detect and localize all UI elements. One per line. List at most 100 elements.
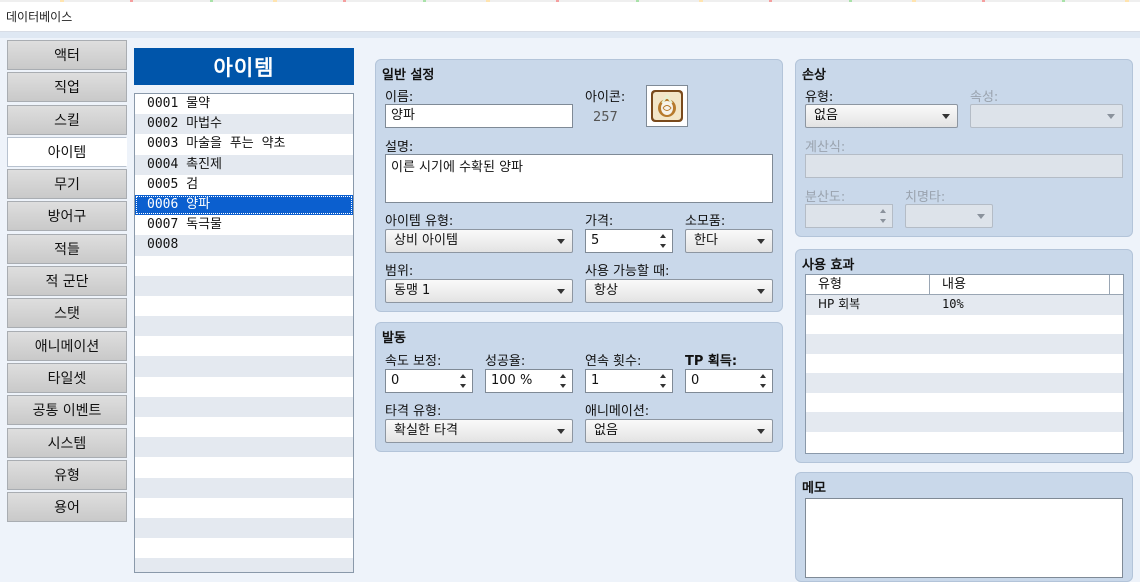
chevron-down-icon: [557, 239, 565, 244]
category-tab[interactable]: 적들: [7, 233, 127, 264]
chevron-down-icon: [1107, 114, 1115, 119]
window-titlebar: 데이터베이스: [0, 0, 1140, 32]
table-row[interactable]: [806, 393, 1123, 413]
memo-textarea[interactable]: [805, 498, 1123, 578]
effect-content-cell: [930, 373, 1110, 393]
table-row[interactable]: [806, 334, 1123, 354]
scope-select[interactable]: 동맹 1: [385, 279, 573, 303]
list-item[interactable]: 0003 마술을 푸는 약초: [135, 134, 353, 154]
table-row[interactable]: [806, 315, 1123, 335]
name-label: 이름:: [385, 90, 414, 105]
list-item[interactable]: [135, 256, 353, 276]
tp-stepper[interactable]: 0: [685, 369, 773, 393]
speed-stepper[interactable]: 0: [385, 369, 473, 393]
list-item[interactable]: 0007 독극물: [135, 215, 353, 235]
category-tab[interactable]: 공통 이벤트: [7, 395, 127, 426]
occasion-select[interactable]: 항상: [585, 279, 773, 303]
chevron-down-icon: [757, 429, 765, 434]
table-row[interactable]: HP 회복 10%: [806, 295, 1123, 315]
variance-label: 분산도:: [805, 190, 846, 205]
damage-type-select[interactable]: 없음: [805, 104, 958, 128]
name-input[interactable]: 양파: [385, 104, 573, 128]
list-item[interactable]: [135, 517, 353, 539]
hit-type-select[interactable]: 확실한 타격: [385, 419, 573, 443]
chevron-down-icon: [757, 289, 765, 294]
category-tab[interactable]: 무기: [7, 169, 127, 200]
list-item[interactable]: [135, 396, 353, 417]
list-item[interactable]: 0005 검: [135, 175, 353, 195]
category-tab[interactable]: 시스템: [7, 427, 127, 458]
formula-label: 계산식:: [805, 140, 846, 155]
consumable-value: 한다: [694, 233, 718, 248]
animation-select[interactable]: 없음: [585, 419, 773, 443]
list-item[interactable]: [135, 417, 353, 437]
effects-col-content[interactable]: 내용: [930, 275, 1110, 294]
list-item[interactable]: [135, 316, 353, 337]
list-item[interactable]: [135, 457, 353, 477]
tp-label: TP 획득:: [685, 354, 738, 369]
repeat-stepper[interactable]: 1: [585, 369, 673, 393]
effect-type-cell: [806, 373, 930, 393]
effect-type-cell: [806, 354, 930, 374]
success-stepper[interactable]: 100 %: [485, 369, 573, 393]
critical-select[interactable]: [905, 204, 993, 228]
category-tab[interactable]: 애니메이션: [7, 330, 127, 361]
animation-label: 애니메이션:: [585, 404, 650, 419]
category-tab[interactable]: 용어: [7, 492, 127, 523]
effects-col-type[interactable]: 유형: [806, 275, 930, 294]
list-item[interactable]: [135, 558, 353, 572]
effect-type-cell: [806, 432, 930, 452]
element-select[interactable]: [970, 104, 1123, 128]
list-item[interactable]: [135, 275, 353, 296]
category-tab[interactable]: 스탯: [7, 298, 127, 329]
spin-icon: [660, 373, 668, 389]
category-tab[interactable]: 스킬: [7, 104, 127, 135]
list-item[interactable]: [135, 437, 353, 458]
list-item[interactable]: [135, 477, 353, 498]
list-item[interactable]: 0008: [135, 235, 353, 256]
list-item[interactable]: 0002 마법수: [135, 114, 353, 135]
list-item[interactable]: [135, 498, 353, 518]
list-item[interactable]: 0006 양파: [135, 194, 353, 216]
consumable-select[interactable]: 한다: [685, 229, 773, 253]
speed-value: 0: [391, 373, 400, 388]
variance-stepper[interactable]: [805, 204, 893, 228]
list-item[interactable]: 0001 물약: [135, 94, 353, 114]
category-tab[interactable]: 액터: [7, 40, 127, 70]
table-row[interactable]: [806, 432, 1123, 452]
consumable-label: 소모품:: [685, 214, 726, 229]
price-value: 5: [591, 233, 600, 248]
effects-table[interactable]: 유형 내용 HP 회복 10%: [805, 274, 1124, 454]
category-tab[interactable]: 방어구: [7, 201, 127, 232]
chevron-down-icon: [557, 289, 565, 294]
category-tab[interactable]: 적 군단: [7, 266, 127, 297]
category-tab[interactable]: 아이템: [7, 136, 127, 167]
list-item[interactable]: [135, 538, 353, 558]
list-item[interactable]: [135, 377, 353, 397]
list-item[interactable]: [135, 336, 353, 356]
effects-title: 사용 효과: [802, 258, 855, 273]
list-item[interactable]: [135, 356, 353, 377]
icon-picker[interactable]: [646, 85, 688, 127]
item-type-value: 상비 아이템: [394, 233, 458, 248]
category-tab[interactable]: 직업: [7, 72, 127, 103]
price-stepper[interactable]: 5: [585, 229, 673, 253]
effect-content-cell: [930, 334, 1110, 354]
table-row[interactable]: [806, 373, 1123, 393]
effect-type-cell: [806, 315, 930, 335]
spin-icon: [880, 208, 888, 224]
category-tab[interactable]: 타일셋: [7, 362, 127, 393]
memo-title: 메모: [802, 481, 826, 496]
formula-input[interactable]: [805, 154, 1123, 178]
effect-content-cell: [930, 315, 1110, 335]
item-type-select[interactable]: 상비 아이템: [385, 229, 573, 253]
table-row[interactable]: [806, 412, 1123, 432]
list-item[interactable]: 0004 촉진제: [135, 154, 353, 175]
list-title: 아이템: [134, 48, 354, 85]
item-list[interactable]: 0001 물약 0002 마법수 0003 마술을 푸는 약초 0004 촉진제 000…: [134, 93, 354, 573]
list-item[interactable]: [135, 296, 353, 316]
table-row[interactable]: [806, 354, 1123, 374]
effect-content-cell: [930, 354, 1110, 374]
description-input[interactable]: 이른 시기에 수확된 양파: [385, 154, 773, 203]
category-tab[interactable]: 유형: [7, 459, 127, 490]
